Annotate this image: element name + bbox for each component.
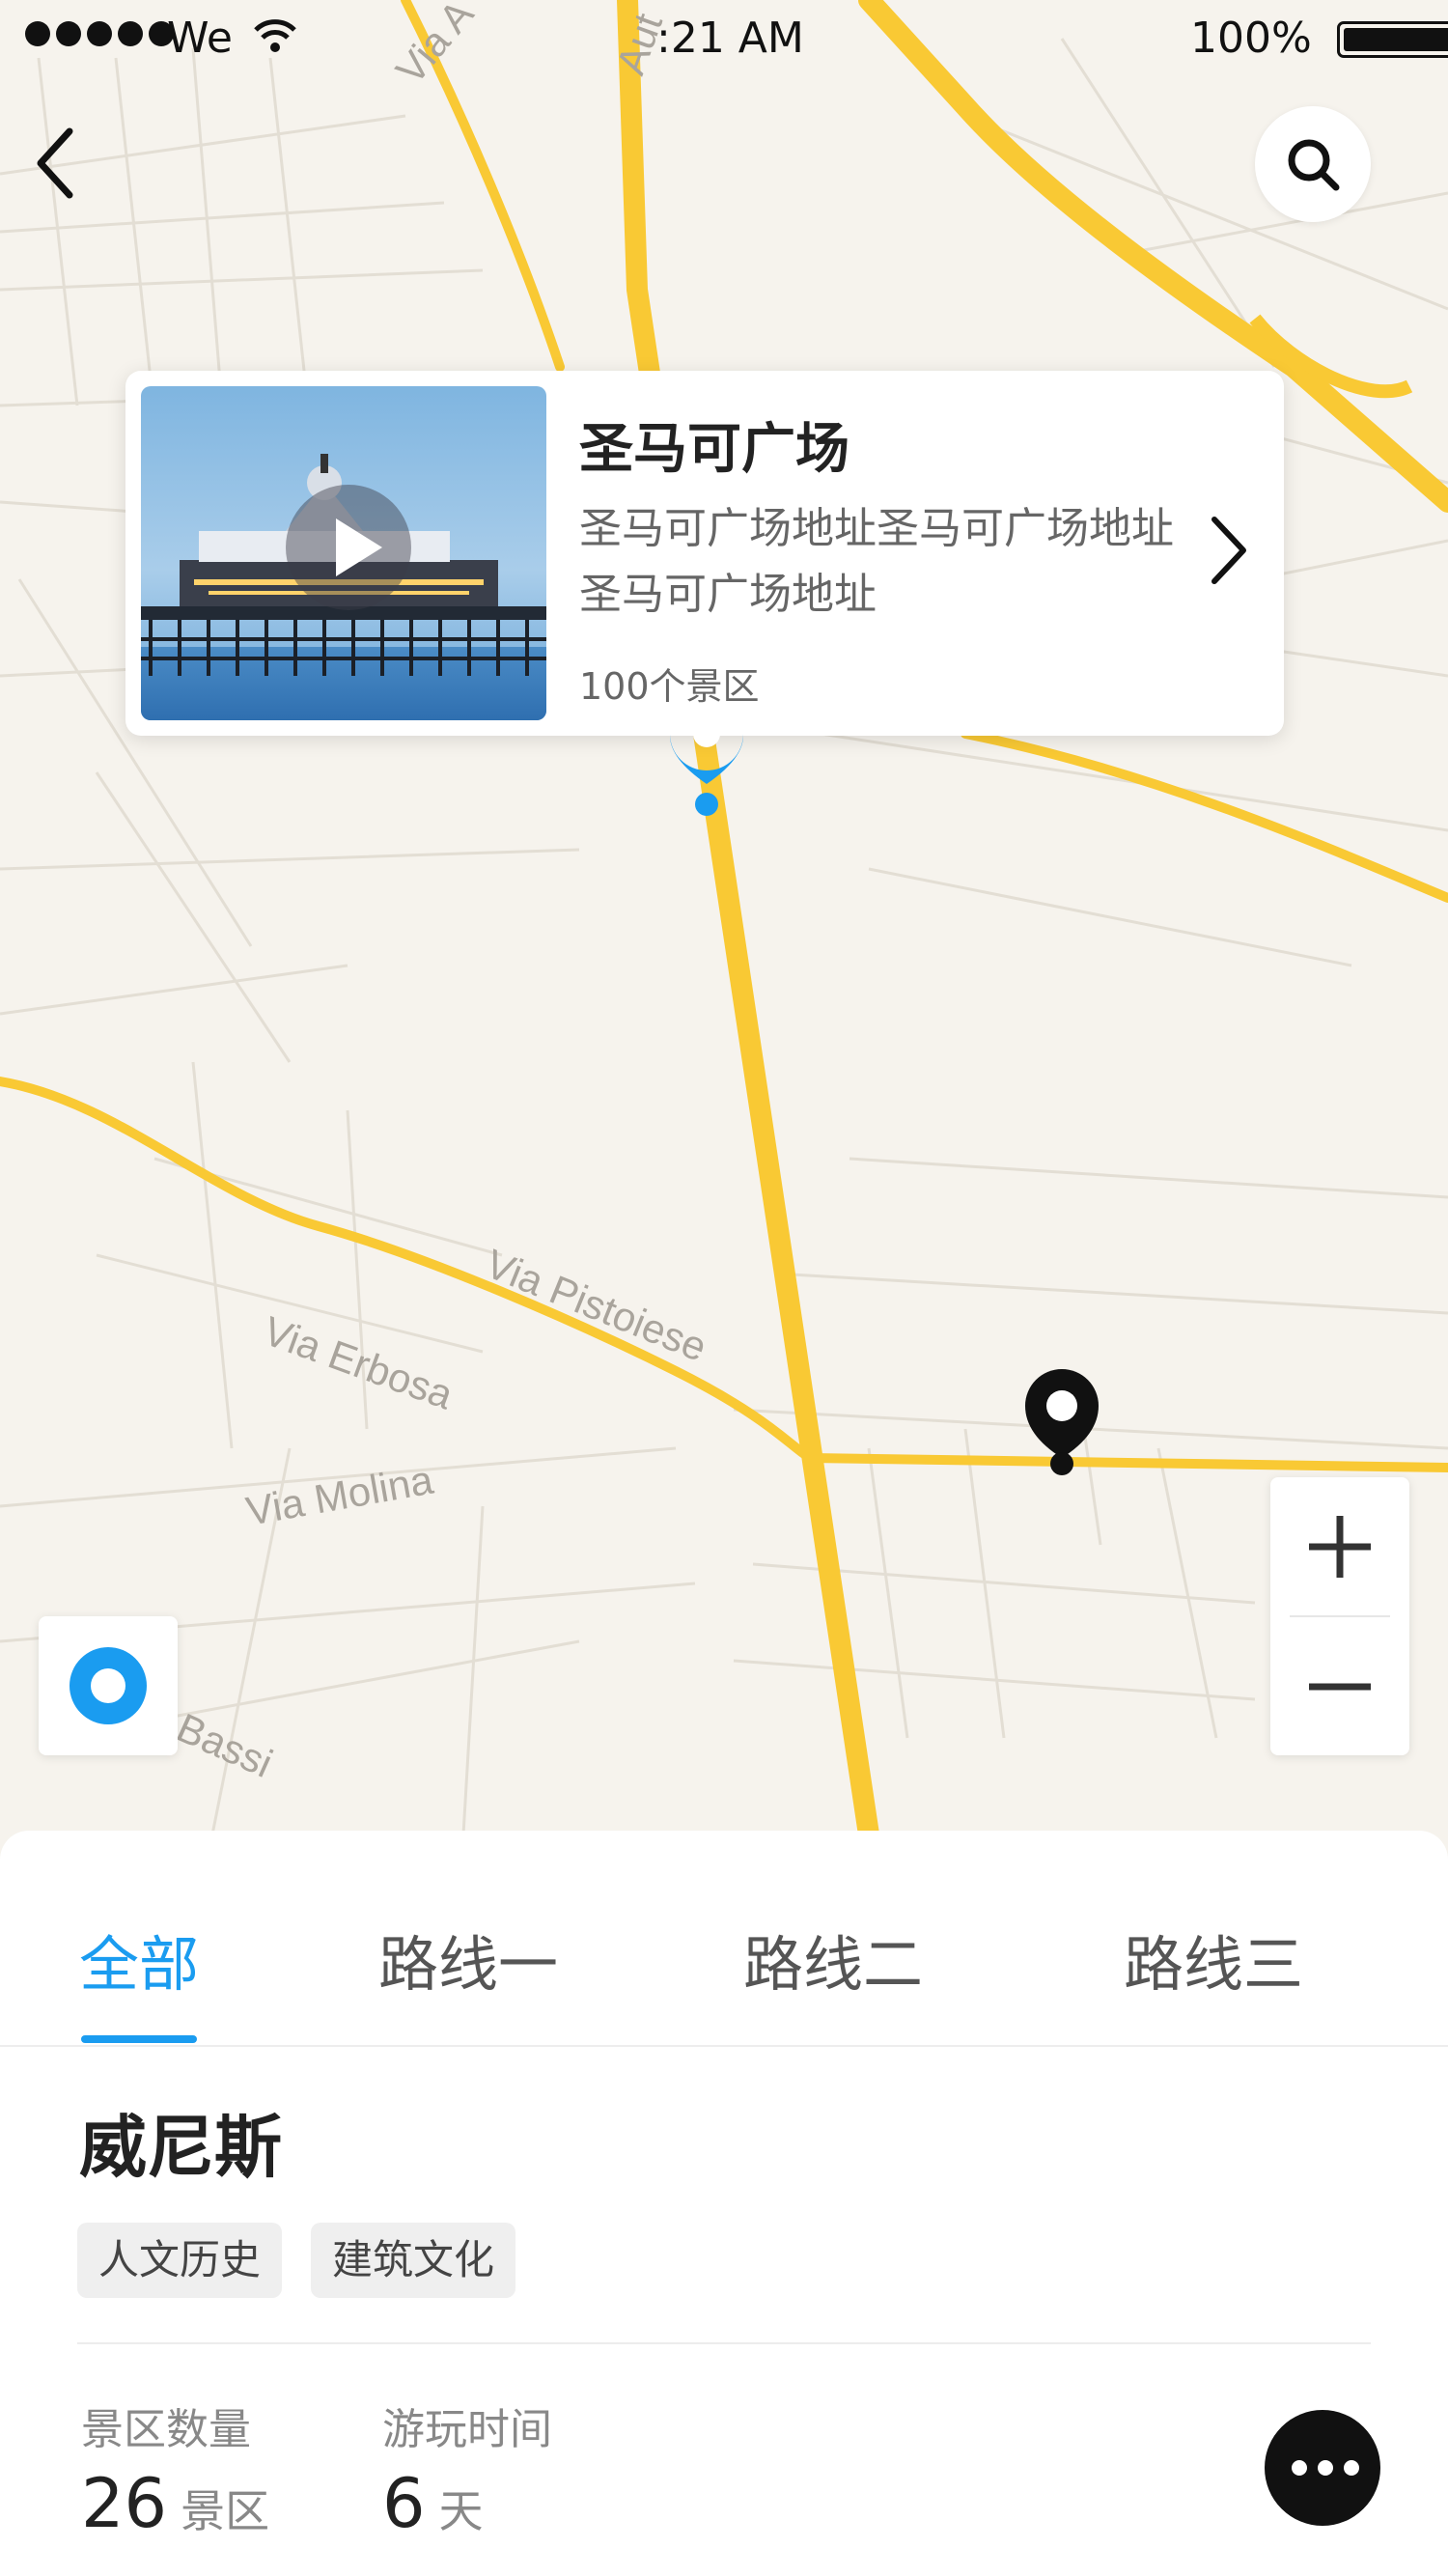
city-name: 威尼斯 [79, 2108, 282, 2187]
chevron-left-icon [37, 127, 73, 199]
poi-thumbnail[interactable] [141, 386, 546, 720]
stat-label: 游玩时间 [382, 2405, 552, 2454]
status-bar: We :21 AM 100% [0, 0, 1448, 77]
map-canvas[interactable]: Via Pistoiese Via Erbosa Via Molina Bass… [0, 0, 1448, 1834]
chevron-right-icon [1211, 517, 1246, 584]
stat-unit: 景区 [181, 2485, 270, 2537]
stat-play-time: 游玩时间 6天 [382, 2394, 552, 2543]
poi-address: 圣马可广场地址圣马可广场地址圣马可广场地址 [579, 504, 1174, 619]
more-button[interactable] [1265, 2410, 1380, 2526]
battery-icon [1337, 21, 1448, 58]
signal-icon [25, 21, 174, 46]
search-button[interactable] [1255, 106, 1371, 222]
zoom-out-button[interactable] [1270, 1617, 1409, 1755]
route-tabs: 全部 路线一 路线二 路线三 [0, 1831, 1448, 2047]
zoom-controls [1270, 1477, 1409, 1755]
map-view[interactable]: Via Pistoiese Via Erbosa Via Molina Bass… [0, 0, 1448, 1834]
tab-route-3[interactable]: 路线三 [1124, 1916, 1303, 2002]
poi-count: 100个景区 [579, 665, 760, 708]
map-pin-selected[interactable] [666, 714, 747, 825]
tab-route-1[interactable]: 路线一 [378, 1916, 558, 2002]
poi-card[interactable]: 圣马可广场 圣马可广场地址圣马可广场地址圣马可广场地址 100个景区 [125, 371, 1284, 736]
locate-button[interactable] [39, 1616, 178, 1755]
active-tab-indicator [81, 2035, 197, 2043]
tag-list: 人文历史 建筑文化 [77, 2223, 516, 2298]
tab-all[interactable]: 全部 [79, 1916, 199, 2002]
carrier-name: We [167, 14, 233, 63]
bottom-sheet: 全部 路线一 路线二 路线三 威尼斯 人文历史 建筑文化 景区数量 26 景区 游… [0, 1831, 1448, 2576]
poi-title: 圣马可广场 [579, 418, 849, 481]
map-pin-icon [1025, 1369, 1099, 1475]
map-pin-icon [670, 720, 743, 816]
road-label: Via Pistoiese [480, 1241, 713, 1370]
tab-route-2[interactable]: 路线二 [743, 1916, 923, 2002]
stat-unit: 天 [438, 2485, 484, 2537]
back-button[interactable] [29, 120, 106, 209]
zoom-in-button[interactable] [1270, 1477, 1409, 1615]
tag-chip: 人文历史 [77, 2223, 283, 2298]
road-label: Via Molina [242, 1457, 436, 1534]
stat-value: 6 [382, 2464, 426, 2543]
battery-percent: 100% [1190, 14, 1312, 63]
map-pin[interactable] [1021, 1367, 1102, 1483]
minus-icon [1309, 1683, 1371, 1691]
stat-label: 景区数量 [81, 2405, 251, 2454]
wifi-icon [253, 17, 297, 67]
stat-value: 26 [81, 2464, 168, 2543]
status-time: :21 AM [656, 14, 804, 63]
poi-detail-button[interactable] [1197, 512, 1255, 589]
locate-icon [70, 1647, 147, 1724]
more-icon [1292, 2460, 1359, 2476]
tag-chip: 建筑文化 [311, 2223, 516, 2298]
search-icon [1288, 139, 1340, 191]
stat-spot-count: 景区数量 26 景区 [81, 2394, 269, 2543]
divider [77, 2342, 1371, 2344]
play-icon[interactable] [286, 485, 411, 610]
road-label: Via Erbosa [258, 1307, 459, 1417]
plus-icon [1309, 1516, 1371, 1578]
